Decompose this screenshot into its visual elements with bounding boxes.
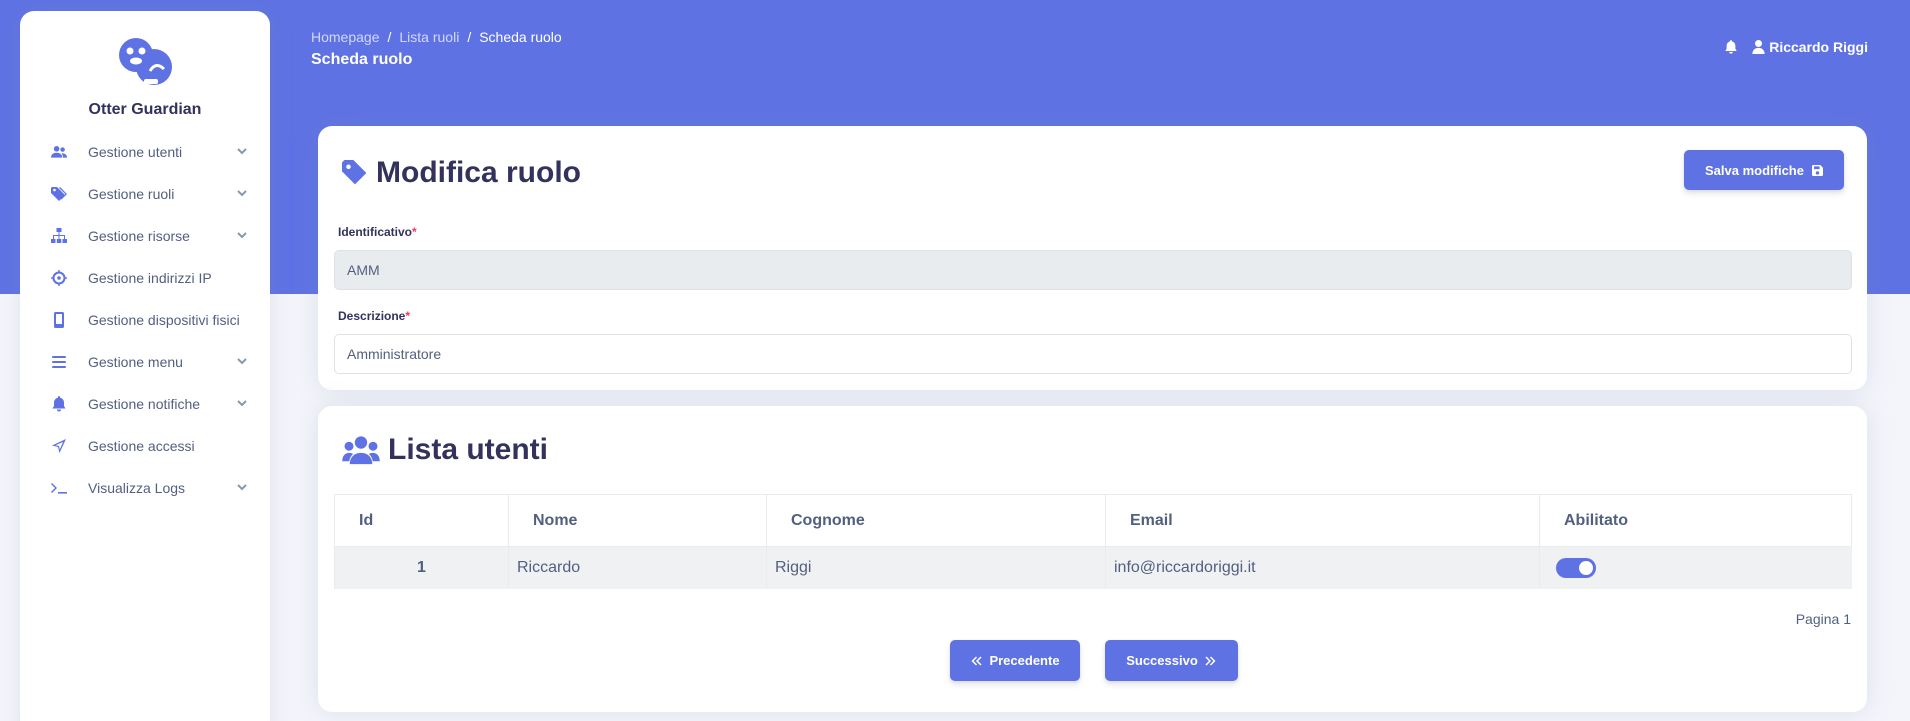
sidebar-item-label: Gestione utenti <box>88 144 183 160</box>
previous-page-button[interactable]: Precedente <box>950 640 1080 681</box>
sidebar-item-visualizza-logs[interactable]: Visualizza Logs <box>20 467 270 509</box>
next-page-button[interactable]: Successivo <box>1105 640 1238 681</box>
terminal-icon <box>50 479 68 497</box>
chevron-down-icon <box>236 480 248 496</box>
description-field[interactable] <box>334 334 1852 374</box>
cell-abilitato <box>1539 546 1852 589</box>
sidebar-item-gestione-utenti[interactable]: Gestione utenti <box>20 131 270 173</box>
page-indicator: Pagina 1 <box>1795 611 1851 627</box>
users-list-title: Lista utenti <box>342 433 548 467</box>
column-header-id[interactable]: Id <box>334 494 509 547</box>
enabled-toggle[interactable] <box>1556 557 1596 578</box>
column-header-cognome[interactable]: Cognome <box>766 494 1106 547</box>
sidebar-item-gestione-risorse[interactable]: Gestione risorse <box>20 215 270 257</box>
sidebar-item-label: Visualizza Logs <box>88 480 186 496</box>
bars-icon <box>50 353 68 371</box>
user-area: Riccardo Riggi <box>1724 39 1868 55</box>
location-arrow-icon <box>50 437 68 455</box>
brand: Otter Guardian <box>20 11 270 119</box>
sidebar: Otter Guardian Gestione utenti Gestione … <box>20 11 270 721</box>
breadcrumb: Homepage / Lista ruoli / Scheda ruolo <box>311 29 562 45</box>
chevron-down-icon <box>236 396 248 412</box>
mobile-icon <box>50 311 68 329</box>
role-form-card: Modifica ruolo Salva modifiche Identific… <box>318 126 1867 390</box>
otter-logo-icon[interactable] <box>114 37 176 87</box>
column-header-abilitato[interactable]: Abilitato <box>1539 494 1852 547</box>
sidebar-item-label: Gestione notifiche <box>88 396 201 412</box>
table-row[interactable]: 1 Riccardo Riggi info@riccardoriggi.it <box>334 546 1852 589</box>
cell-cognome: Riggi <box>766 546 1106 589</box>
cell-email: info@riccardoriggi.it <box>1105 546 1540 589</box>
sidebar-item-gestione-notifiche[interactable]: Gestione notifiche <box>20 383 270 425</box>
page-title: Scheda ruolo <box>311 51 413 68</box>
sidebar-item-gestione-menu[interactable]: Gestione menu <box>20 341 270 383</box>
id-label-text: Identificativo <box>338 225 413 239</box>
column-header-email[interactable]: Email <box>1105 494 1540 547</box>
id-field <box>334 250 1852 290</box>
sidebar-item-label: Gestione dispositivi fisici <box>88 312 240 328</box>
sidebar-item-gestione-dispositivi-fisici[interactable]: Gestione dispositivi fisici <box>20 299 270 341</box>
cell-id: 1 <box>334 546 509 589</box>
bell-icon[interactable] <box>1724 40 1738 54</box>
role-form-title: Modifica ruolo <box>342 156 581 190</box>
users-table: Id Nome Cognome Email Abilitato 1 Riccar… <box>334 494 1852 589</box>
required-mark: * <box>412 225 417 239</box>
users-icon <box>342 436 380 465</box>
users-icon <box>50 143 68 161</box>
sidebar-item-label: Gestione menu <box>88 354 183 370</box>
app-name: Otter Guardian <box>88 101 202 118</box>
breadcrumb-separator: / <box>467 29 472 45</box>
user-icon <box>1752 40 1765 54</box>
tags-icon <box>50 185 68 203</box>
double-chevron-right-icon <box>1205 656 1216 665</box>
table-header-row: Id Nome Cognome Email Abilitato <box>334 494 1852 547</box>
breadcrumb-homepage[interactable]: Homepage <box>311 29 380 45</box>
column-header-nome[interactable]: Nome <box>508 494 767 547</box>
tag-icon <box>342 160 367 185</box>
chevron-down-icon <box>236 228 248 244</box>
id-label: Identificativo* <box>338 225 417 239</box>
sidebar-item-gestione-accessi[interactable]: Gestione accessi <box>20 425 270 467</box>
breadcrumb-lista-ruoli[interactable]: Lista ruoli <box>399 29 459 45</box>
sitemap-icon <box>50 227 68 245</box>
description-label: Descrizione* <box>338 309 410 323</box>
breadcrumb-separator: / <box>387 29 392 45</box>
sidebar-item-gestione-ruoli[interactable]: Gestione ruoli <box>20 173 270 215</box>
chevron-down-icon <box>236 354 248 370</box>
cell-nome: Riccardo <box>508 546 767 589</box>
required-mark: * <box>405 309 411 323</box>
sidebar-item-gestione-indirizzi-ip[interactable]: Gestione indirizzi IP <box>20 257 270 299</box>
user-name[interactable]: Riccardo Riggi <box>1769 39 1868 55</box>
sidebar-item-label: Gestione indirizzi IP <box>88 270 212 286</box>
description-label-text: Descrizione <box>338 309 406 323</box>
save-button[interactable]: Salva modifiche <box>1684 150 1844 190</box>
next-page-label: Successivo <box>1126 653 1198 668</box>
save-button-label: Salva modifiche <box>1705 162 1804 178</box>
chevron-down-icon <box>236 186 248 202</box>
users-list-card: Lista utenti Id Nome Cognome Email Abili… <box>318 406 1867 712</box>
users-list-title-text: Lista utenti <box>388 433 549 466</box>
bell-icon <box>50 395 68 413</box>
sidebar-item-label: Gestione accessi <box>88 438 195 454</box>
floppy-disk-icon <box>1811 164 1823 176</box>
sidebar-item-label: Gestione ruoli <box>88 186 175 202</box>
breadcrumb-current: Scheda ruolo <box>479 29 562 45</box>
toggle-knob <box>1579 560 1593 575</box>
previous-page-label: Precedente <box>989 653 1060 668</box>
double-chevron-left-icon <box>971 656 983 665</box>
chevron-down-icon <box>236 144 248 160</box>
sidebar-item-label: Gestione risorse <box>88 228 190 244</box>
role-form-title-text: Modifica ruolo <box>376 156 581 189</box>
crosshairs-icon <box>50 269 68 287</box>
sidebar-nav: Gestione utenti Gestione ruoli Gestione … <box>20 131 270 509</box>
